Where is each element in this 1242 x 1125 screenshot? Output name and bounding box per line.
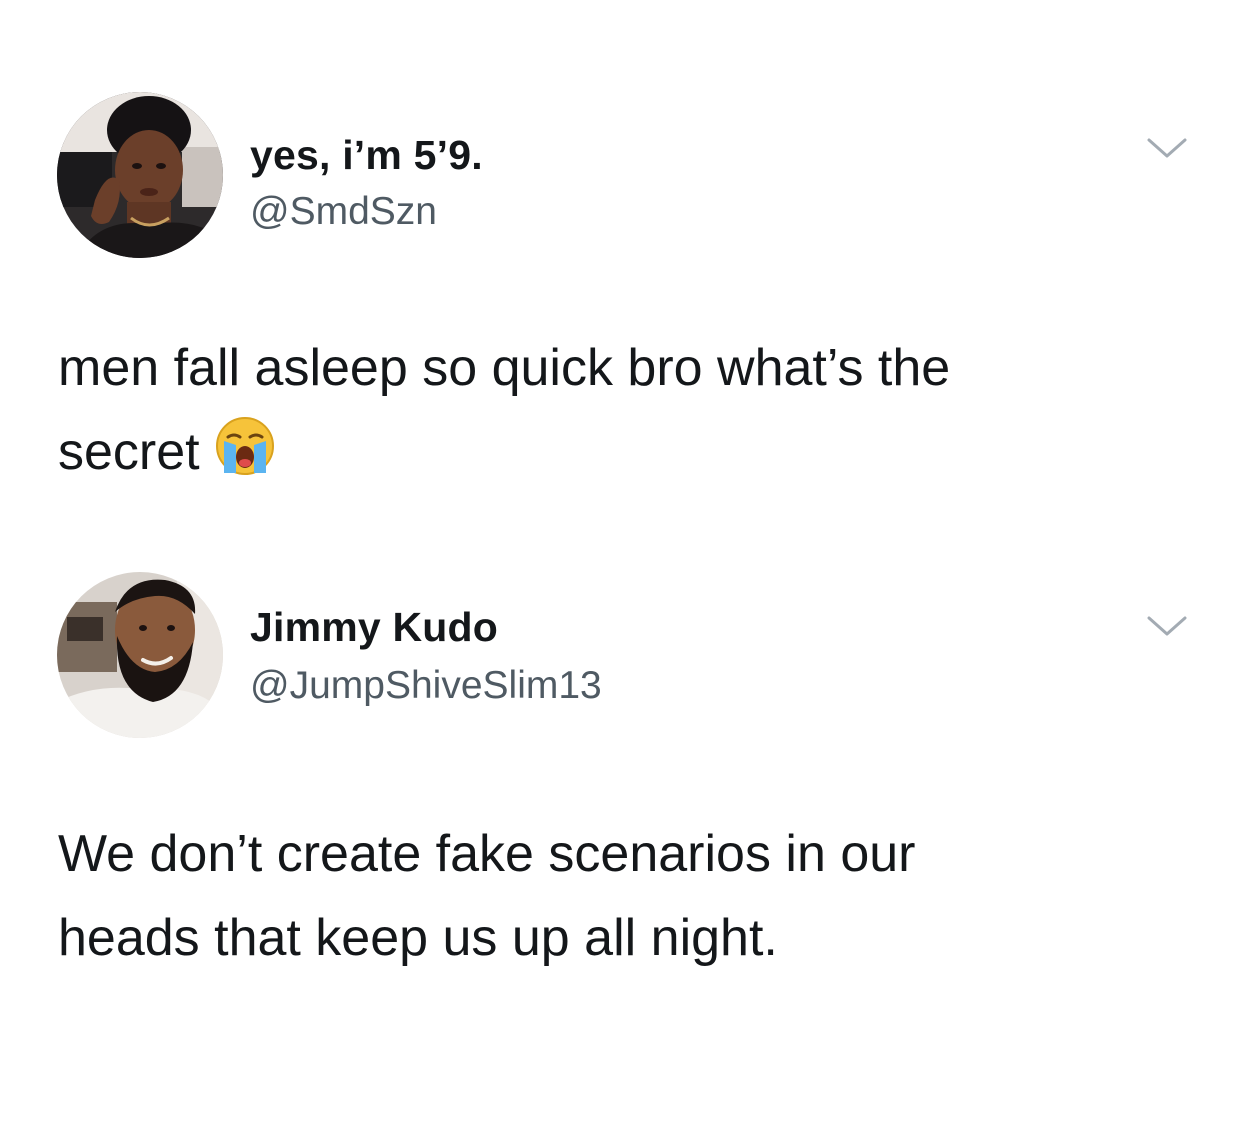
- handle[interactable]: @JumpShiveSlim13: [250, 664, 602, 708]
- display-name[interactable]: yes, i’m 5’9.: [250, 132, 483, 179]
- tweet-text: men fall asleep so quick bro what’s the …: [58, 326, 1198, 494]
- loudly-crying-face-icon: [214, 415, 276, 477]
- display-name[interactable]: Jimmy Kudo: [250, 604, 498, 651]
- avatar[interactable]: [57, 92, 223, 258]
- profile-photo-man-icon: [57, 572, 223, 738]
- chevron-down-icon[interactable]: [1146, 136, 1188, 160]
- tweet-text-line: secret: [58, 423, 200, 481]
- tweet-text-line: We don’t create fake scenarios in our: [58, 825, 916, 883]
- tweet-text: We don’t create fake scenarios in our he…: [58, 812, 1198, 980]
- profile-photo-woman-icon: [57, 92, 223, 258]
- chevron-down-icon[interactable]: [1146, 614, 1188, 638]
- tweet-text-line: heads that keep us up all night.: [58, 909, 778, 967]
- handle[interactable]: @SmdSzn: [250, 190, 437, 234]
- tweet-text-line: men fall asleep so quick bro what’s the: [58, 339, 951, 397]
- tweet-text-line-with-emoji: secret: [58, 410, 1198, 494]
- avatar[interactable]: [57, 572, 223, 738]
